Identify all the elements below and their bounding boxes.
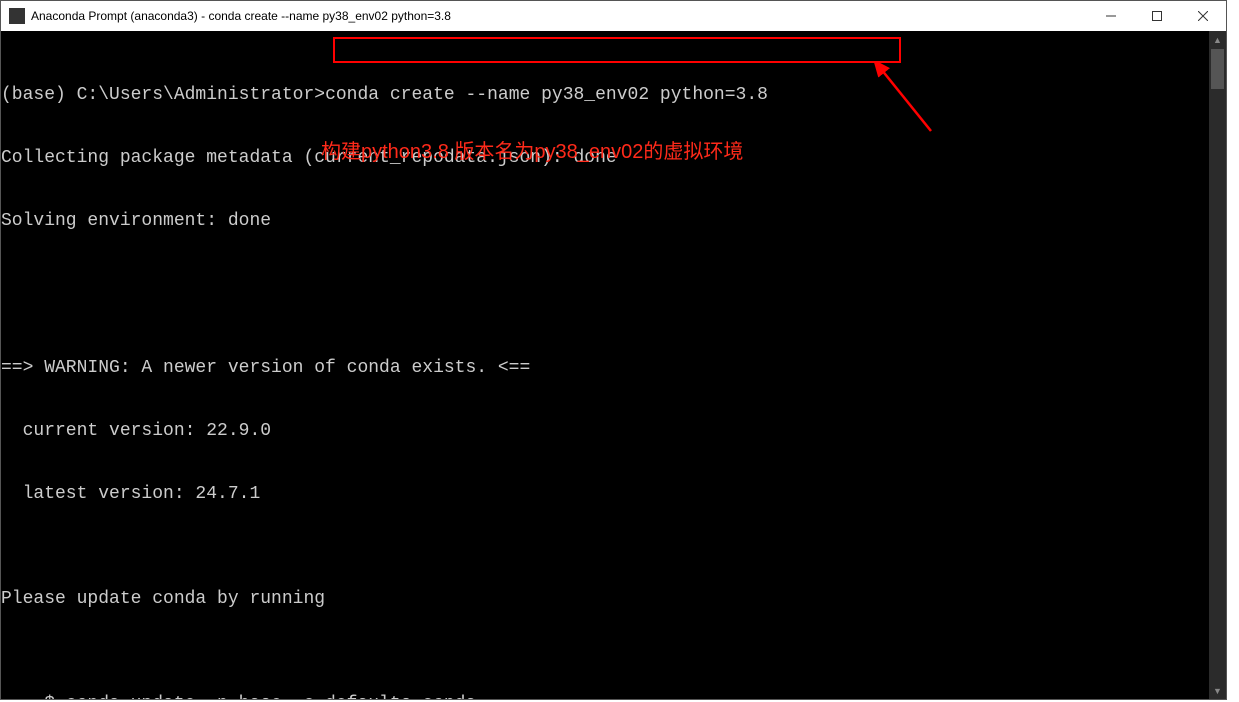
- terminal-line: Collecting package metadata (current_rep…: [1, 148, 1209, 169]
- window-title: Anaconda Prompt (anaconda3) - conda crea…: [31, 9, 451, 23]
- close-button[interactable]: [1180, 1, 1226, 31]
- maximize-button[interactable]: [1134, 1, 1180, 31]
- terminal-line: latest version: 24.7.1: [1, 484, 1209, 505]
- terminal-line: Solving environment: done: [1, 211, 1209, 232]
- prompt-prefix: (base) C:\Users\Administrator>: [1, 85, 325, 105]
- terminal-line: Please update conda by running: [1, 589, 1209, 610]
- terminal-icon: [9, 8, 25, 24]
- terminal-line: ==> WARNING: A newer version of conda ex…: [1, 358, 1209, 379]
- prompt-line: (base) C:\Users\Administrator>conda crea…: [1, 85, 1209, 106]
- window: Anaconda Prompt (anaconda3) - conda crea…: [0, 0, 1227, 700]
- scroll-down-arrow[interactable]: ▼: [1209, 682, 1226, 699]
- terminal-line: $ conda update -n base -c defaults conda: [1, 694, 1209, 699]
- scroll-up-arrow[interactable]: ▲: [1209, 31, 1226, 48]
- terminal-line: current version: 22.9.0: [1, 421, 1209, 442]
- prompt-command: conda create --name py38_env02 python=3.…: [325, 85, 768, 105]
- titlebar[interactable]: Anaconda Prompt (anaconda3) - conda crea…: [1, 1, 1226, 31]
- terminal-area[interactable]: (base) C:\Users\Administrator>conda crea…: [1, 31, 1226, 699]
- vertical-scrollbar[interactable]: ▲ ▼: [1209, 31, 1226, 699]
- terminal-output: (base) C:\Users\Administrator>conda crea…: [1, 31, 1209, 699]
- minimize-button[interactable]: [1088, 1, 1134, 31]
- scroll-thumb[interactable]: [1211, 49, 1224, 89]
